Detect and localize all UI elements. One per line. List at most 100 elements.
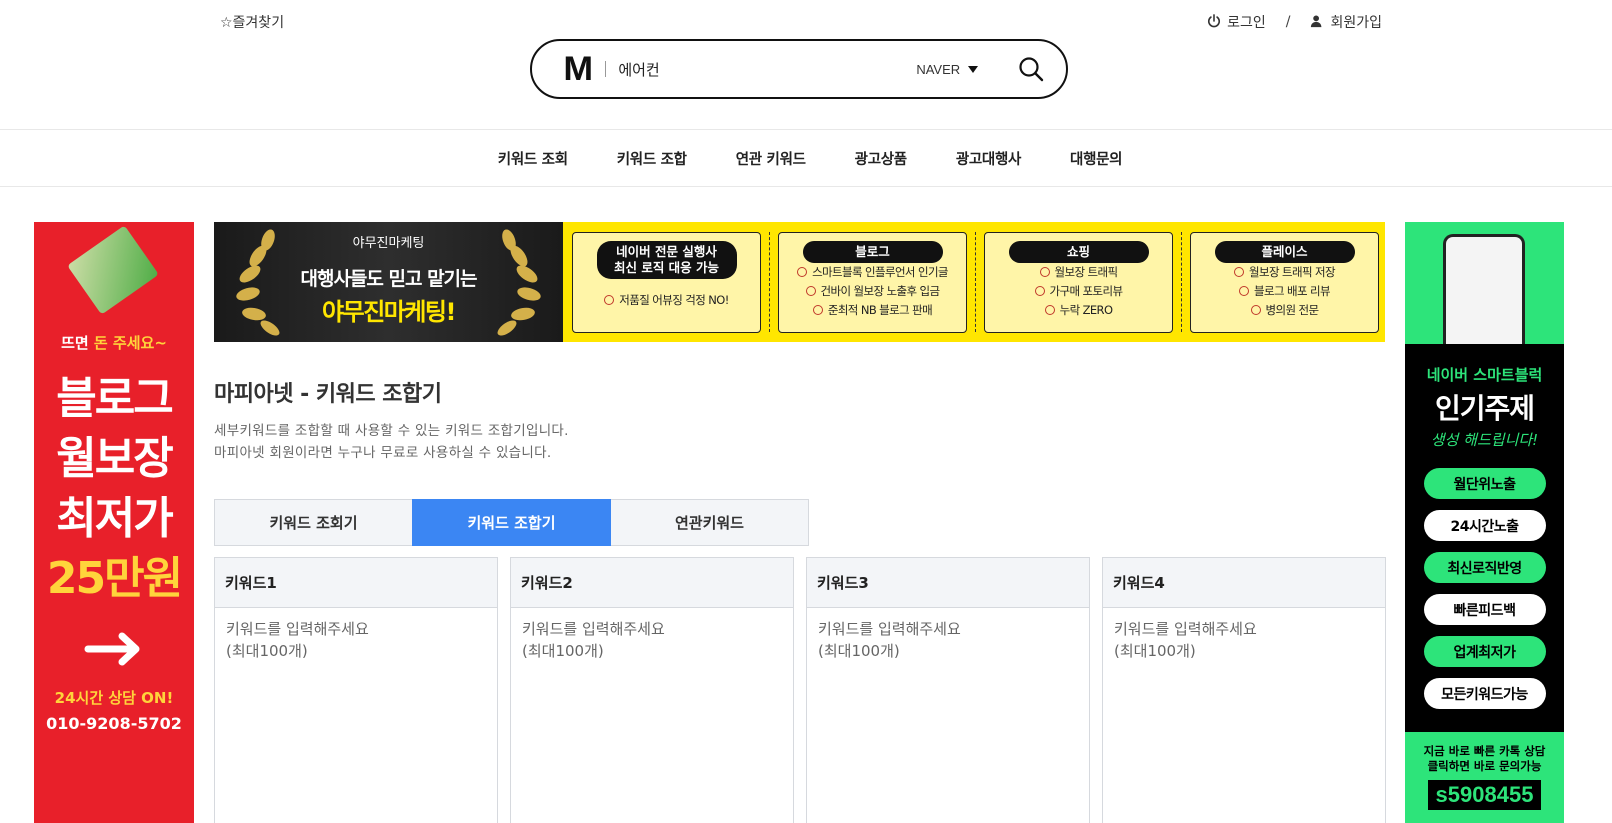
- banner-brand-panel: 야무진마케팅 대행사들도 믿고 맡기는 야무진마케팅!: [214, 222, 563, 342]
- left-ad-line-blog: 블로그: [56, 373, 173, 424]
- card-item: 건바이 월보장 노출후 입금: [779, 282, 966, 301]
- favorites-link[interactable]: ☆즐겨찾기: [220, 12, 284, 32]
- keyword-input-2[interactable]: [511, 608, 793, 823]
- right-ad-pill: 업계최저가: [1423, 636, 1546, 667]
- card-item: 월보장 트래픽 저장: [1191, 263, 1378, 282]
- keyword-column-label: 키워드3: [807, 558, 1089, 608]
- left-ad-tagline: 뜨면 돈 주세요~: [61, 334, 167, 352]
- banner-name: 야무진마케팅!: [322, 298, 456, 326]
- card-item: 저품질 어뷰징 걱정 NO!: [573, 291, 760, 310]
- keyword-input-1[interactable]: [215, 608, 497, 823]
- right-ad-cta2: 클릭하면 바로 문의가능: [1427, 759, 1542, 773]
- check-circle-icon: [1250, 305, 1261, 315]
- keyword-input-3[interactable]: [807, 608, 1089, 823]
- keyword-column-label: 키워드4: [1103, 558, 1385, 608]
- left-ad-banner[interactable]: 뜨면 돈 주세요~ 블로그 월보장 최저가 25만원 24시간 상담 ON! 0…: [34, 222, 194, 823]
- search-engine-label: NAVER: [916, 61, 961, 77]
- banner-card-place: 플레이스 월보장 트래픽 저장 블로그 배포 리뷰 병의원 전문: [1190, 232, 1379, 333]
- card-item: 누락 ZERO: [985, 301, 1172, 320]
- nav-keyword-lookup[interactable]: 키워드 조회: [498, 148, 568, 169]
- right-ad-kakao-id: s5908455: [1427, 780, 1542, 810]
- check-circle-icon: [604, 295, 615, 305]
- nav-border-bottom: [0, 186, 1612, 187]
- main-nav: 키워드 조회 키워드 조합 연관 키워드 광고상품 광고대행사 대행문의: [0, 130, 1612, 186]
- card-item: 월보장 트래픽: [985, 263, 1172, 282]
- right-ad-top: [1405, 222, 1564, 344]
- tab-related-keywords[interactable]: 연관키워드: [610, 499, 809, 546]
- right-ad-line1: 네이버 스마트블럭: [1426, 366, 1543, 384]
- right-ad-cta1: 지금 바로 빠른 카톡 상담: [1423, 744, 1546, 758]
- card-item: 병의원 전문: [1191, 301, 1378, 320]
- right-ad-banner[interactable]: 네이버 스마트블럭 인기주제 생성 해드립니다! 월단위노출 24시간노출 최신…: [1405, 222, 1564, 823]
- keyword-input-4[interactable]: [1103, 608, 1385, 823]
- page-description-line: 마피아넷 회원이라면 누구나 무료로 사용하실 수 있습니다.: [214, 445, 552, 461]
- check-circle-icon: [1044, 305, 1055, 315]
- card-item: 블로그 배포 리뷰: [1191, 282, 1378, 301]
- search-engine-select[interactable]: NAVER: [916, 61, 979, 77]
- nav-ad-agencies[interactable]: 광고대행사: [956, 148, 1022, 169]
- banner-card-shopping: 쇼핑 월보장 트래픽 가구매 포토리뷰 누락 ZERO: [984, 232, 1173, 333]
- check-circle-icon: [797, 267, 808, 277]
- user-icon: [1310, 14, 1324, 30]
- check-circle-icon: [1239, 286, 1249, 296]
- keyword-column-label: 키워드1: [215, 558, 497, 608]
- auth-links: 로그인 / 회원가입: [1207, 12, 1382, 32]
- keyword-column-2: 키워드2: [510, 557, 794, 823]
- nav-related-keywords[interactable]: 연관 키워드: [736, 148, 806, 169]
- check-circle-icon: [805, 286, 816, 296]
- check-circle-icon: [812, 305, 823, 315]
- login-link[interactable]: 로그인: [1227, 12, 1266, 32]
- nav-agency-inquiry[interactable]: 대행문의: [1070, 148, 1122, 169]
- card-title: 쇼핑: [1008, 241, 1149, 263]
- check-circle-icon: [1039, 267, 1050, 277]
- page-description-line: 세부키워드를 조합할 때 사용할 수 있는 키워드 조합기입니다.: [214, 423, 569, 439]
- top-bar: ☆즐겨찾기 로그인 / 회원가입 M NAVER: [0, 0, 1612, 130]
- tab-keyword-combiner[interactable]: 키워드 조합기: [412, 499, 611, 546]
- keyword-column-4: 키워드4: [1102, 557, 1386, 823]
- search-input[interactable]: [618, 60, 909, 78]
- right-ad-line3: 생성 해드립니다!: [1430, 431, 1539, 449]
- nav-ad-products[interactable]: 광고상품: [855, 148, 907, 169]
- top-promo-banner[interactable]: 야무진마케팅 대행사들도 믿고 맡기는 야무진마케팅! 네이버 전문 실행사 최…: [214, 222, 1385, 342]
- right-ad-line2: 인기주제: [1434, 392, 1535, 425]
- nav-keyword-combine[interactable]: 키워드 조합: [617, 148, 687, 169]
- left-ad-line-lowest: 최저가: [56, 493, 173, 544]
- left-ad-on: 24시간 상담 ON!: [54, 689, 174, 707]
- right-ad-bottom: 지금 바로 빠른 카톡 상담 클릭하면 바로 문의가능 s5908455: [1405, 732, 1564, 823]
- signup-link[interactable]: 회원가입: [1330, 12, 1382, 32]
- tab-keyword-lookup[interactable]: 키워드 조회기: [214, 499, 413, 546]
- keyword-column-3: 키워드3: [806, 557, 1090, 823]
- left-ad-phone: 010-9208-5702: [46, 714, 182, 733]
- money-image: [67, 225, 159, 315]
- right-ad-pill: 빠른피드백: [1423, 594, 1546, 625]
- phone-mockup: [1443, 234, 1525, 344]
- search-divider: [605, 61, 607, 77]
- right-ad-pill: 모든키워드가능: [1423, 678, 1546, 709]
- check-circle-icon: [1234, 267, 1245, 277]
- banner-divider: [975, 232, 976, 332]
- site-logo[interactable]: M: [563, 50, 593, 89]
- right-ad-pill: 24시간노출: [1423, 510, 1546, 541]
- banner-divider: [769, 232, 770, 332]
- keyword-column-1: 키워드1: [214, 557, 498, 823]
- right-ad-pills: 월단위노출 24시간노출 최신로직반영 빠른피드백 업계최저가 모든키워드가능: [1405, 468, 1564, 709]
- banner-card-blog: 블로그 스마트블록 인플루언서 인기글 건바이 월보장 노출후 입금 준최적 N…: [778, 232, 967, 333]
- banner-divider: [1181, 232, 1182, 332]
- left-ad-price: 25만원: [46, 553, 183, 604]
- page-title: 마피아넷 - 키워드 조합기: [214, 382, 442, 407]
- power-icon: [1207, 14, 1221, 30]
- banner-brand: 야무진마케팅: [352, 236, 425, 251]
- caret-down-icon: [968, 65, 979, 73]
- card-title: 플레이스: [1214, 241, 1355, 263]
- search-button[interactable]: [1016, 54, 1046, 84]
- arrow-right-icon: [84, 632, 140, 666]
- banner-card-naver: 네이버 전문 실행사 최신 로직 대응 가능 저품질 어뷰징 걱정 NO!: [572, 232, 761, 333]
- tool-tabs: 키워드 조회기 키워드 조합기 연관키워드: [214, 499, 809, 546]
- left-ad-line-guarantee: 월보장: [56, 433, 173, 484]
- search-bar: M NAVER: [530, 39, 1068, 99]
- card-item: 가구매 포토리뷰: [985, 282, 1172, 301]
- card-title: 네이버 전문 실행사 최신 로직 대응 가능: [596, 241, 737, 279]
- keyword-column-label: 키워드2: [511, 558, 793, 608]
- card-item: 스마트블록 인플루언서 인기글: [779, 263, 966, 282]
- card-item: 준최적 NB 블로그 판매: [779, 301, 966, 320]
